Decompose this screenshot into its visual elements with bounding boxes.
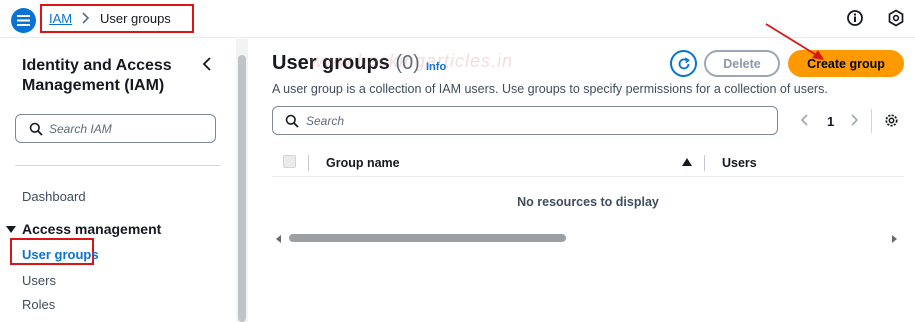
sidebar-divider bbox=[15, 165, 220, 166]
empty-state-message: No resources to display bbox=[517, 195, 659, 209]
scroll-right-arrow-icon[interactable] bbox=[892, 235, 897, 243]
sidebar-scrollbar-thumb[interactable] bbox=[238, 55, 246, 322]
info-circle-icon[interactable] bbox=[846, 9, 864, 27]
refresh-icon bbox=[678, 57, 690, 69]
scroll-left-arrow-icon[interactable] bbox=[276, 235, 281, 243]
sidebar-search-placeholder: Search IAM bbox=[49, 122, 112, 136]
main-content: User groups (0) Info www.hackingarticles… bbox=[249, 39, 915, 322]
table-search-placeholder: Search bbox=[306, 114, 345, 128]
chevron-right-icon[interactable] bbox=[849, 113, 861, 127]
sidebar-search-input[interactable]: Search IAM bbox=[15, 114, 216, 143]
caret-down-icon bbox=[6, 226, 16, 233]
table-header: Group name Users bbox=[272, 149, 904, 177]
column-header-group-name[interactable]: Group name bbox=[326, 156, 400, 170]
column-divider bbox=[308, 155, 309, 171]
breadcrumb-iam-link[interactable]: IAM bbox=[49, 11, 72, 26]
refresh-button[interactable] bbox=[670, 50, 697, 77]
sidebar-item-users[interactable]: Users bbox=[22, 273, 56, 288]
column-divider bbox=[704, 155, 705, 171]
search-icon bbox=[29, 122, 43, 136]
sidebar-item-user-groups[interactable]: User groups bbox=[22, 247, 99, 262]
column-header-users[interactable]: Users bbox=[722, 156, 757, 170]
chevron-left-icon[interactable] bbox=[799, 113, 811, 127]
toolbar-divider bbox=[871, 109, 872, 133]
search-icon bbox=[285, 114, 299, 128]
pagination-page[interactable]: 1 bbox=[827, 114, 834, 129]
sort-ascending-icon[interactable] bbox=[682, 158, 692, 166]
table-search-input[interactable]: Search bbox=[272, 106, 778, 135]
breadcrumb-current: User groups bbox=[100, 11, 171, 26]
hamburger-menu-icon[interactable] bbox=[11, 8, 36, 33]
watermark: www.hackingarticles.in bbox=[310, 51, 514, 71]
table-horizontal-scrollbar[interactable] bbox=[289, 234, 566, 242]
chevron-left-icon[interactable] bbox=[200, 56, 216, 72]
sidebar-item-dashboard[interactable]: Dashboard bbox=[22, 189, 86, 204]
hexagon-settings-icon[interactable] bbox=[887, 9, 905, 27]
select-all-checkbox bbox=[283, 155, 296, 168]
chevron-right-icon bbox=[82, 12, 90, 24]
page-description: A user group is a collection of IAM user… bbox=[272, 82, 828, 96]
sidebar: Identity and Access Management (IAM) Sea… bbox=[0, 39, 236, 322]
sidebar-section-access-management[interactable]: Access management bbox=[6, 221, 161, 237]
gear-icon[interactable] bbox=[883, 112, 900, 129]
sidebar-title: Identity and Access Management (IAM) bbox=[22, 57, 172, 94]
annotation-arrow bbox=[765, 23, 824, 60]
sidebar-item-roles[interactable]: Roles bbox=[22, 297, 55, 312]
sidebar-section-label: Access management bbox=[22, 221, 162, 237]
